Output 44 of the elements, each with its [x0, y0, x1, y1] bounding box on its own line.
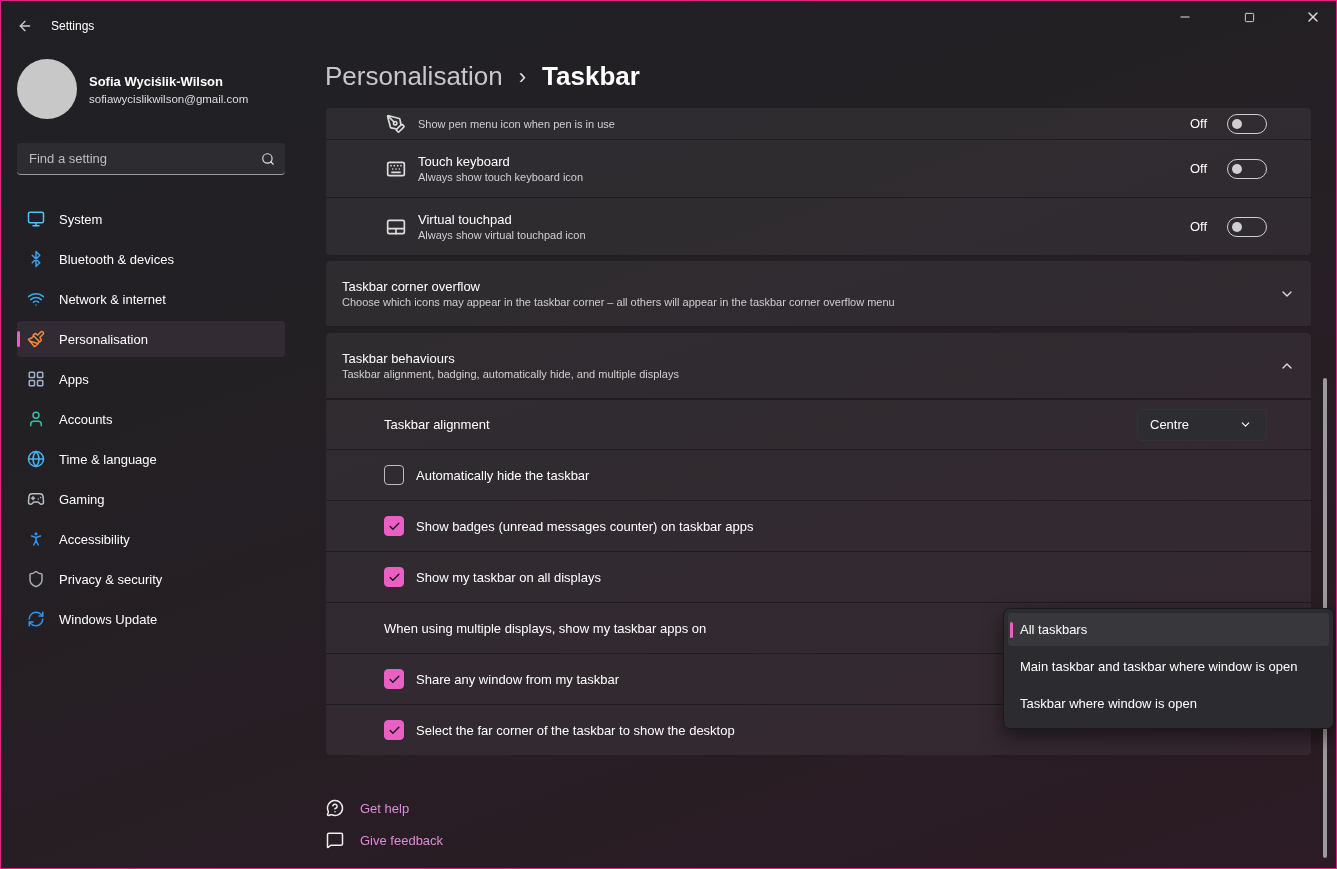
nav-item[interactable]: Gaming — [17, 481, 285, 517]
nav-item[interactable]: Accessibility — [17, 521, 285, 557]
user-name: Sofia Wyciślik-Wilson — [89, 73, 224, 89]
section-description: Choose which icons may appear in the taskbar corner – all others will appear in the taskbar corner overflow menu — [342, 296, 895, 308]
menu-item[interactable]: Taskbar where window is open — [1008, 687, 1329, 720]
nav-item[interactable]: System — [17, 201, 285, 237]
setting-title: Virtual touchpad — [418, 212, 512, 227]
toggle-state: Off — [1189, 219, 1207, 234]
setting-label: Select the far corner of the taskbar to show the desktop — [416, 722, 735, 738]
page-title: Taskbar — [542, 61, 640, 92]
setting-label: Show badges (unread messages counter) on taskbar apps — [416, 518, 754, 534]
section-description: Taskbar alignment, badging, automatically hide, and multiple displays — [342, 368, 679, 380]
setting-label: When using multiple displays, show my taskbar apps on — [384, 620, 707, 636]
setting-description: Always show virtual touchpad icon — [418, 229, 586, 241]
breadcrumb-separator: › — [518, 63, 527, 90]
nav-item[interactable]: Apps — [17, 361, 285, 397]
search-input[interactable]: Find a setting — [27, 150, 261, 167]
setting-label: Automatically hide the taskbar — [416, 467, 590, 483]
menu-item[interactable]: All taskbars — [1008, 613, 1329, 646]
toggle-state: Off — [1189, 116, 1207, 131]
section-title: Taskbar corner overflow — [342, 279, 480, 294]
nav-item[interactable]: Time & language — [17, 441, 285, 477]
setting-title: Touch keyboard — [418, 154, 510, 169]
setting-label: Show my taskbar on all displays — [416, 569, 601, 585]
setting-label: Share any window from my taskbar — [416, 671, 620, 687]
menu-item[interactable]: Main taskbar and taskbar where window is open — [1008, 650, 1329, 683]
breadcrumb-parent[interactable]: Personalisation — [325, 61, 503, 92]
alignment-dropdown[interactable]: Centre — [1137, 408, 1267, 441]
nav-item[interactable]: Privacy & security — [17, 561, 285, 597]
nav-item[interactable]: Windows Update — [17, 601, 285, 637]
section-title: Taskbar behaviours — [342, 351, 455, 366]
help-link[interactable]: Get help — [360, 800, 410, 816]
setting-description: Show pen menu icon when pen is in use — [418, 117, 615, 130]
help-link[interactable]: Give feedback — [360, 832, 444, 848]
setting-label: Taskbar alignment — [384, 417, 490, 432]
window-title: Settings — [51, 19, 96, 33]
search-field[interactable]: Find a setting — [17, 143, 285, 175]
nav-item[interactable]: Accounts — [17, 401, 285, 437]
setting-description: Always show touch keyboard icon — [418, 171, 584, 183]
nav-item[interactable]: Personalisation — [17, 321, 285, 357]
nav-item[interactable]: Network & internet — [17, 281, 285, 317]
nav-item[interactable]: Bluetooth & devices — [17, 241, 285, 277]
toggle-state: Off — [1189, 161, 1207, 176]
user-email: sofiawycislikwilson@gmail.com — [89, 92, 249, 105]
